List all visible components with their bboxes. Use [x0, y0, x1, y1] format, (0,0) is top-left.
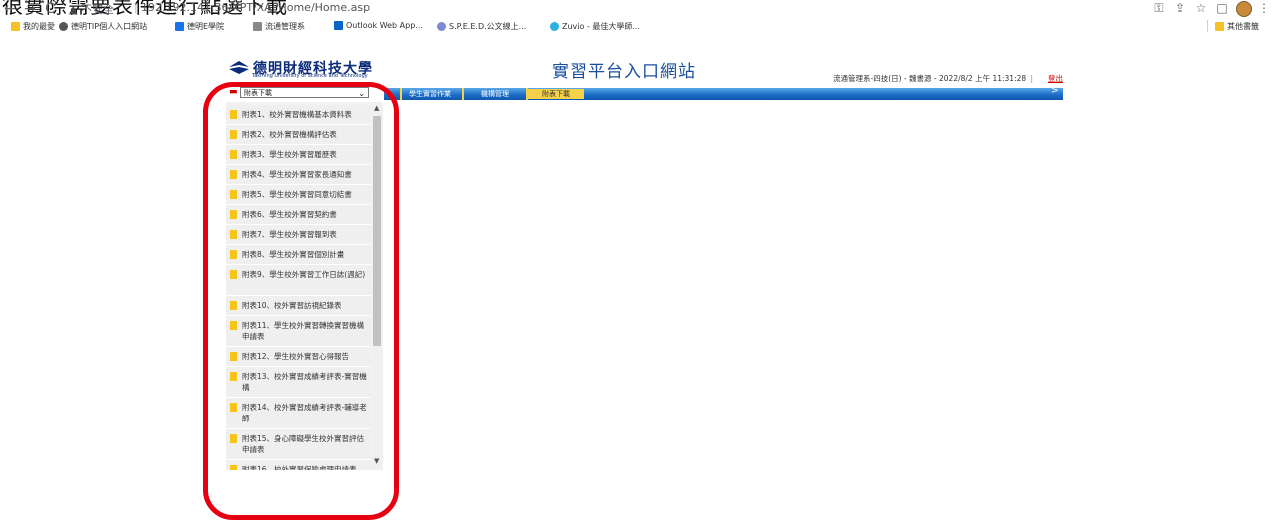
red-highlight-annotation [203, 82, 399, 520]
bookmark-item[interactable]: 德明E學院 [175, 21, 224, 32]
bookmark-label: S.P.E.E.D.公文線上... [449, 22, 527, 31]
bookmark-label: Zuvio - 最佳大學師... [562, 22, 641, 31]
reload-icon[interactable]: C [42, 1, 58, 17]
bookmark-label: 流通管理系 [265, 22, 305, 31]
bookmark-label: 我的最愛 [23, 22, 55, 31]
speed-icon [437, 22, 446, 31]
zuvio-icon [550, 22, 559, 31]
bookmark-divider [1207, 20, 1208, 32]
other-bookmarks[interactable]: 其他書籤 [1215, 21, 1259, 32]
window-icon[interactable]: □ [1214, 1, 1230, 15]
menu-icon[interactable]: ⋮ [1256, 1, 1272, 15]
logo-subtitle: Takming University of Science and Techno… [252, 73, 368, 79]
star-icon[interactable]: ☆ [1193, 1, 1209, 15]
tab-forms-download[interactable]: 附表下載 [528, 89, 584, 99]
other-bookmarks-label: 其他書籤 [1227, 22, 1259, 31]
bookmark-item[interactable]: 我的最愛 [11, 21, 55, 32]
bookmark-item[interactable]: S.P.E.E.D.公文線上... [437, 21, 526, 32]
nav-more-arrow[interactable]: > [1051, 86, 1059, 96]
share-icon[interactable]: ⇪ [1172, 1, 1188, 15]
forward-arrow-icon[interactable]: → [22, 1, 38, 17]
security-label: 不安全 [80, 3, 114, 16]
url-divider: | [134, 1, 138, 14]
bookmark-label: Outlook Web App... [346, 21, 423, 30]
back-arrow-icon[interactable]: ← [2, 1, 18, 17]
folder-icon [11, 22, 20, 31]
mail-icon [175, 22, 184, 31]
bookmark-item[interactable]: 流通管理系 [253, 21, 305, 32]
bookmark-item[interactable]: 德明TIP個人入口網站 [59, 21, 147, 32]
bookmark-item[interactable]: Outlook Web App... [334, 21, 423, 30]
logo-emblem-icon [229, 61, 249, 74]
user-separator: | [1030, 74, 1034, 83]
bookmark-item[interactable]: Zuvio - 最佳大學師... [550, 21, 640, 32]
bookmark-label: 德明TIP個人入口網站 [71, 22, 148, 31]
nav-divider [462, 88, 464, 100]
tab-student-internship[interactable]: 學生實習作業 [403, 89, 457, 99]
page-title: 實習平台入口網站 [552, 62, 696, 82]
warning-icon: ▲ [69, 3, 78, 16]
bookmark-label: 德明E學院 [187, 22, 225, 31]
user-info: 流通管理系-四技(日) - 魏書源 - 2022/8/2 上午 11:31:28… [833, 73, 1035, 84]
logout-link[interactable]: 登出 [1048, 73, 1063, 84]
tab-organization[interactable]: 機構管理 [466, 89, 524, 99]
user-details: 流通管理系-四技(日) - 魏書源 - 2022/8/2 上午 11:31:28 [833, 74, 1027, 83]
security-warning[interactable]: ▲ 不安全 [69, 1, 114, 17]
folder-icon [1215, 22, 1224, 31]
nav-divider [400, 88, 402, 100]
address-bar[interactable]: 192.192.141.36/XPT/XAPHome/Home.asp [141, 1, 370, 14]
key-icon[interactable]: ⚿ [1151, 1, 1167, 16]
globe-icon [59, 22, 68, 31]
outlook-icon [334, 21, 343, 30]
page-icon [253, 22, 262, 31]
profile-avatar[interactable] [1236, 1, 1252, 17]
